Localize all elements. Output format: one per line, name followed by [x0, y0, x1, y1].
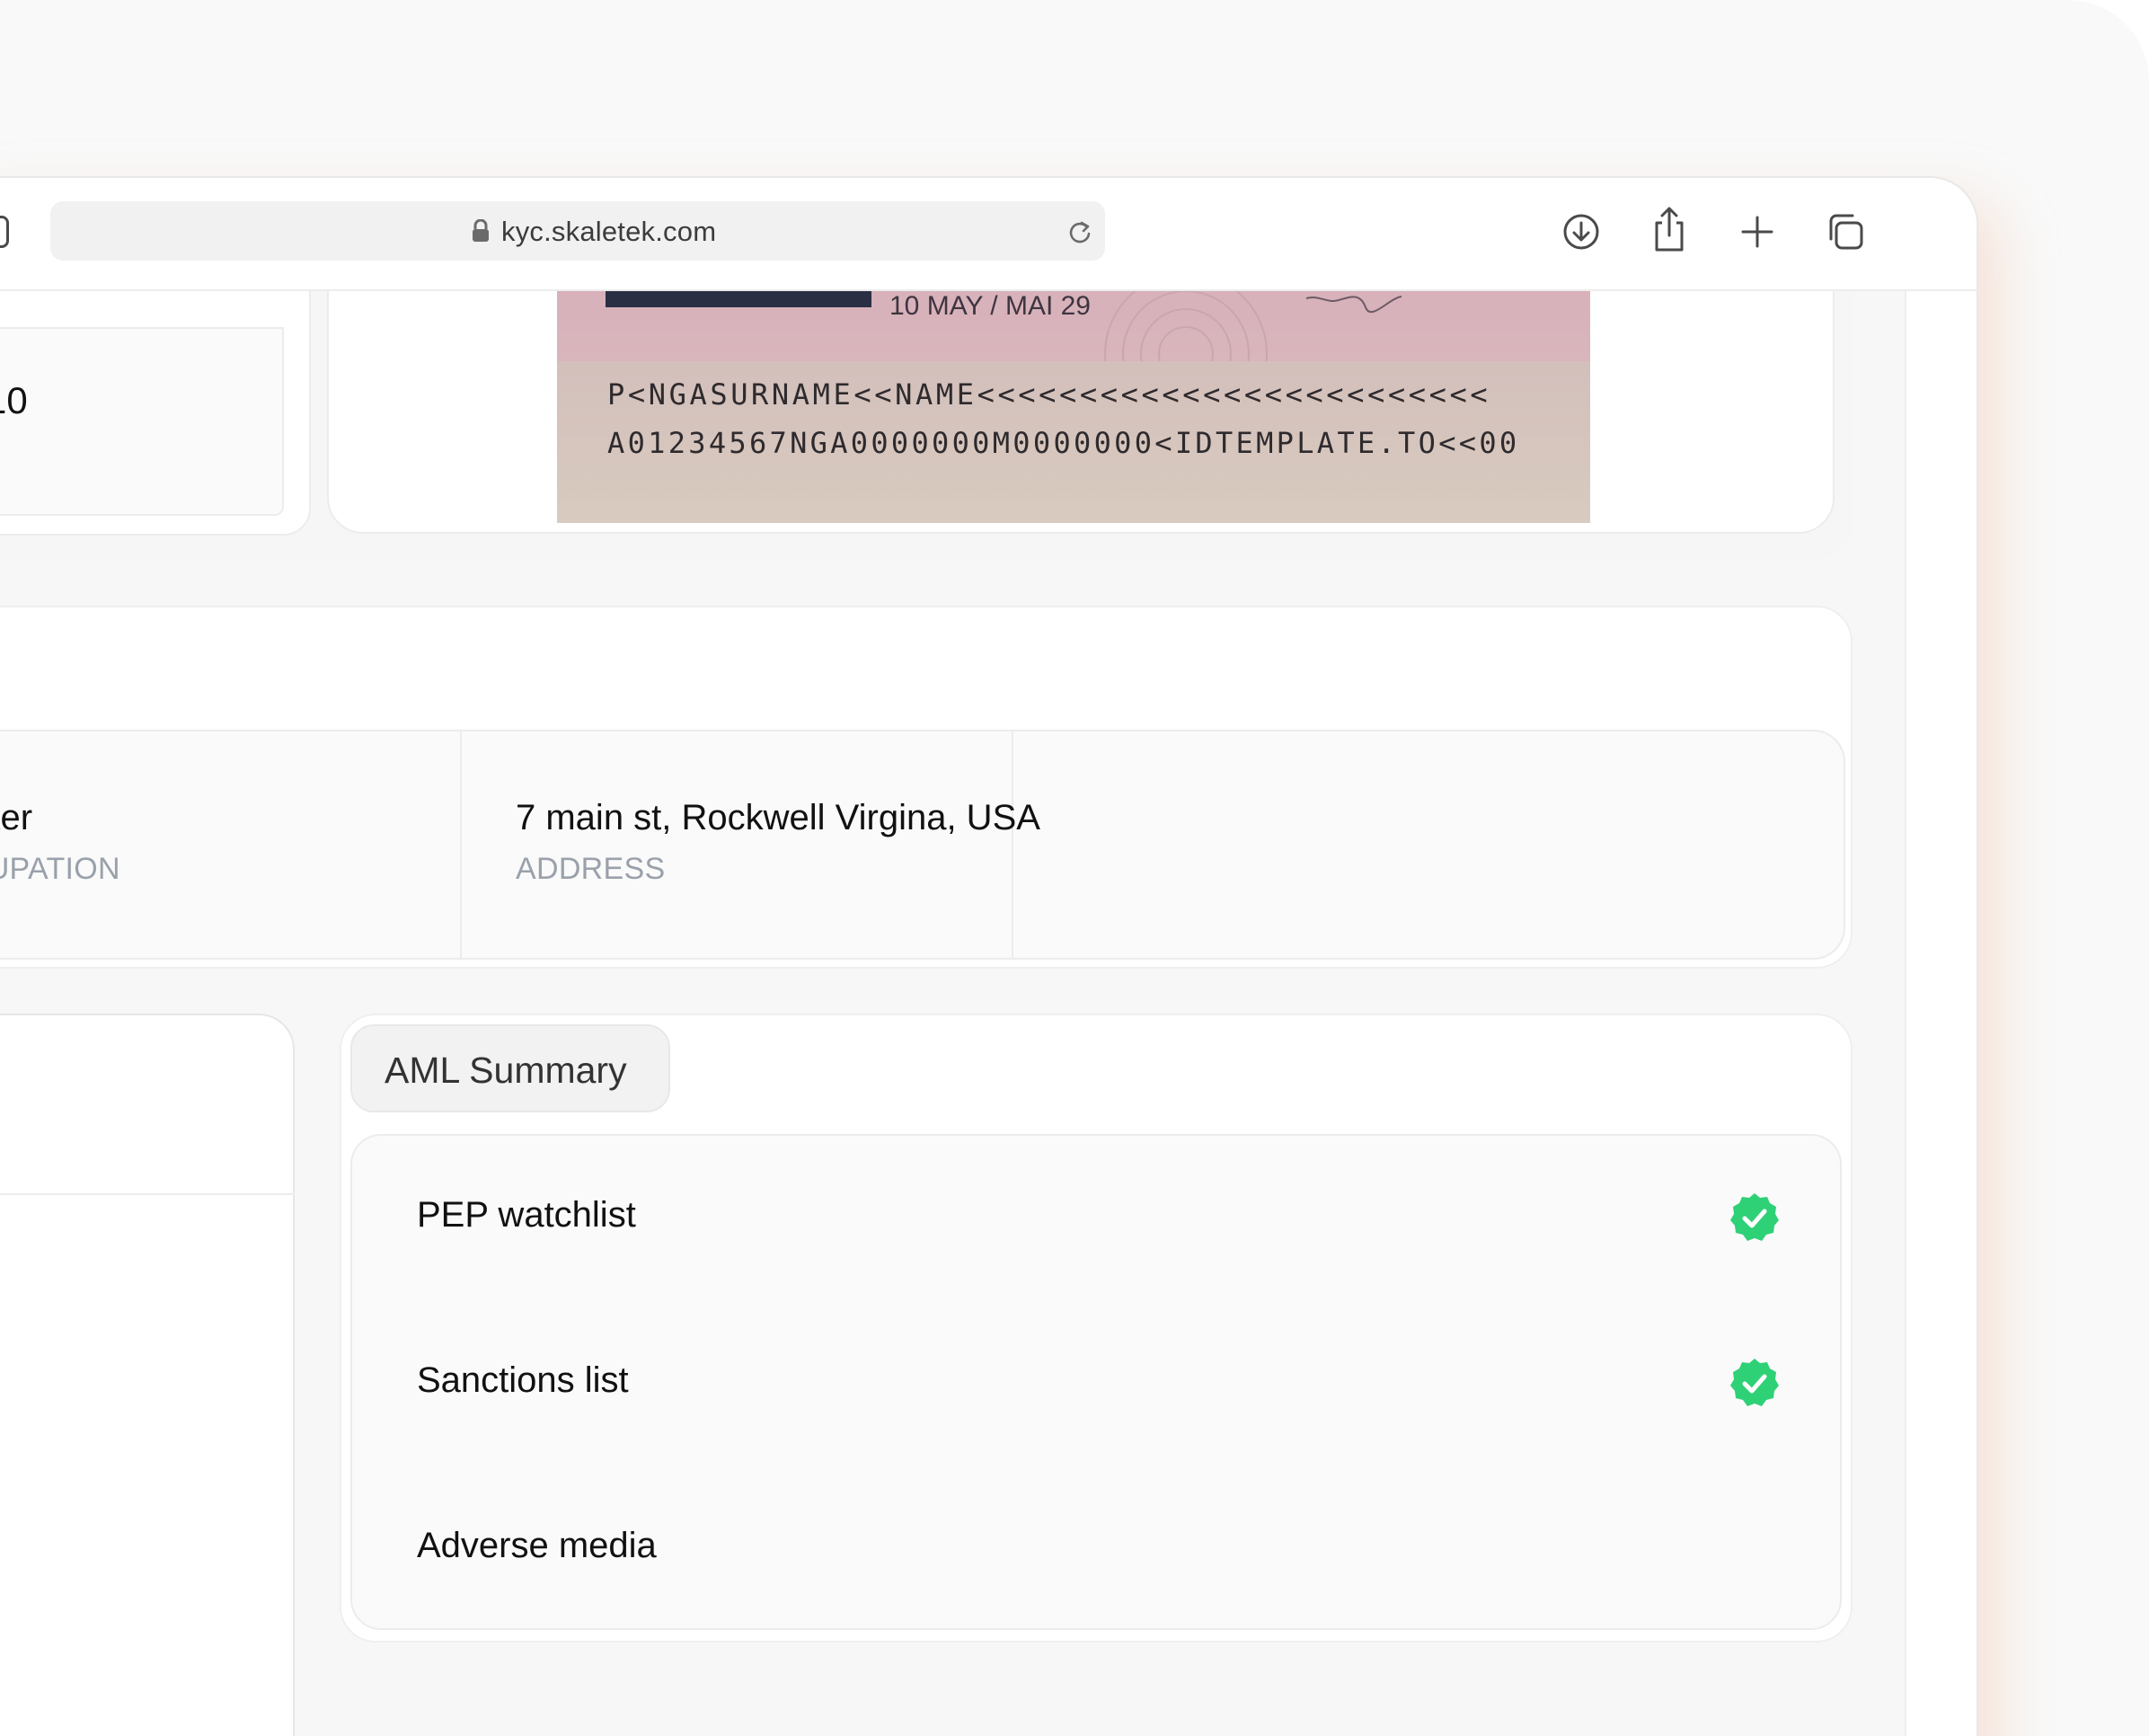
address-label: ADDRESS: [516, 852, 666, 886]
address-bar[interactable]: kyc.skaletek.com: [50, 201, 1105, 261]
document-field-value: 10: [0, 379, 28, 421]
aml-row-label: PEP watchlist: [417, 1195, 636, 1235]
passport-image: 10 MAY / MAI 29 P<NGASURNAME<<NAME<<<<<<…: [557, 291, 1590, 523]
aml-summary-card: AML Summary PEP watchlist Sanctions list: [340, 1014, 1853, 1643]
mrz-line-2: A01234567NGA0000000M0000000<IDTEMPLATE.T…: [607, 426, 1520, 460]
sidebar-icon[interactable]: [0, 216, 9, 248]
occupation-label: CCUPATION: [0, 852, 120, 886]
passport-watermark-icon: [1104, 291, 1268, 372]
aml-summary-tab[interactable]: AML Summary: [350, 1024, 670, 1112]
check-badge-icon: [1730, 1359, 1779, 1406]
url-text[interactable]: kyc.skaletek.com: [501, 216, 716, 248]
mrz-line-1: P<NGASURNAME<<NAME<<<<<<<<<<<<<<<<<<<<<<…: [607, 377, 1491, 412]
signature-icon: [1305, 296, 1402, 314]
left-panel: [0, 1014, 295, 1736]
check-badge-icon: [1730, 1193, 1779, 1241]
passport-photo: [606, 291, 871, 307]
profile-details-section: anker CCUPATION 7 main st, Rockwell Virg…: [0, 606, 1853, 969]
document-section: 10 10 MAY / MAI 29: [0, 253, 1853, 559]
aml-row-label: Sanctions list: [417, 1360, 629, 1400]
passport-image-card: 10 MAY / MAI 29 P<NGASURNAME<<NAME<<<<<<…: [327, 289, 1835, 534]
occupation-cell: anker CCUPATION: [0, 731, 462, 958]
page-content: 10 10 MAY / MAI 29: [0, 253, 1906, 1736]
address-value: 7 main st, Rockwell Virgina, USA: [516, 798, 1040, 837]
browser-toolbar: kyc.skaletek.com: [0, 178, 1977, 291]
left-panel-divider: [0, 1193, 295, 1195]
download-icon[interactable]: [1560, 210, 1603, 253]
lock-icon: [473, 219, 489, 242]
new-tab-icon[interactable]: [1736, 210, 1779, 253]
aml-summary-title: AML Summary: [385, 1050, 627, 1091]
occupation-value: anker: [0, 798, 33, 837]
tabs-overview-icon[interactable]: [1824, 210, 1867, 253]
desktop-background: kyc.skaletek.com 0 10 MAY / MAI 29 P<NGA…: [0, 0, 2149, 1736]
document-fields-card: 10: [0, 289, 311, 536]
aml-checks-list: PEP watchlist Sanctions list Adverse med…: [350, 1134, 1842, 1630]
browser-window: kyc.skaletek.com 0 10 MAY / MAI 29 P<NGA…: [0, 176, 1978, 1736]
document-field-box: 10: [0, 327, 284, 516]
share-icon[interactable]: [1648, 205, 1691, 253]
reload-icon[interactable]: [1066, 217, 1094, 246]
profile-fields-row: anker CCUPATION 7 main st, Rockwell Virg…: [0, 730, 1845, 960]
aml-row-label: Adverse media: [417, 1526, 657, 1565]
address-cell: 7 main st, Rockwell Virgina, USA ADDRESS: [462, 731, 1040, 958]
